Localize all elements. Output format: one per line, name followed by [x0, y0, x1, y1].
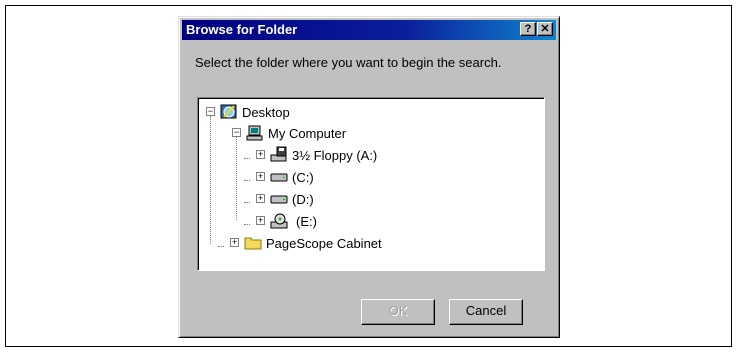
dialog-title: Browse for Folder: [186, 22, 298, 37]
collapse-icon[interactable]: −: [232, 128, 241, 137]
tree-connector-line: [210, 116, 211, 244]
tree-connector-line: [244, 158, 250, 159]
instruction-text: Select the folder where you want to begi…: [195, 55, 502, 70]
help-button[interactable]: ?: [520, 22, 536, 36]
computer-icon: [246, 125, 263, 141]
expand-icon[interactable]: +: [230, 238, 239, 247]
collapse-icon[interactable]: −: [206, 107, 215, 116]
cd-drive-icon: [270, 213, 288, 229]
title-bar[interactable]: Browse for Folder ? ✕: [182, 20, 556, 40]
close-button[interactable]: ✕: [537, 22, 553, 36]
cancel-button[interactable]: Cancel: [449, 299, 523, 325]
hard-drive-icon: [270, 173, 288, 182]
folder-icon: [244, 237, 262, 250]
expand-icon[interactable]: +: [256, 150, 265, 159]
expand-icon[interactable]: +: [256, 172, 265, 181]
tree-item-label: (D:): [292, 192, 314, 207]
expand-icon[interactable]: +: [256, 194, 265, 203]
browse-for-folder-dialog: Browse for Folder ? ✕ Select the folder …: [178, 16, 560, 338]
tree-item-label: PageScope Cabinet: [266, 236, 382, 251]
tree-connector-line: [236, 136, 237, 220]
tree-connector-line: [218, 246, 224, 247]
folder-tree[interactable]: − Desktop − My Computer + 3½ Floppy (A:)…: [197, 97, 545, 271]
tree-item-label: (C:): [292, 170, 314, 185]
desktop-icon: [220, 104, 237, 119]
hard-drive-icon: [270, 195, 288, 204]
tree-connector-line: [244, 224, 250, 225]
expand-icon[interactable]: +: [256, 216, 265, 225]
tree-connector-line: [244, 180, 250, 181]
tree-connector-line: [244, 202, 250, 203]
tree-item-label: Desktop: [242, 105, 290, 120]
tree-item-label: (E:): [296, 214, 317, 229]
tree-item-label: 3½ Floppy (A:): [292, 148, 378, 163]
tree-item-label: My Computer: [268, 126, 347, 141]
floppy-drive-icon: [270, 146, 287, 162]
ok-button[interactable]: OK: [361, 299, 435, 325]
